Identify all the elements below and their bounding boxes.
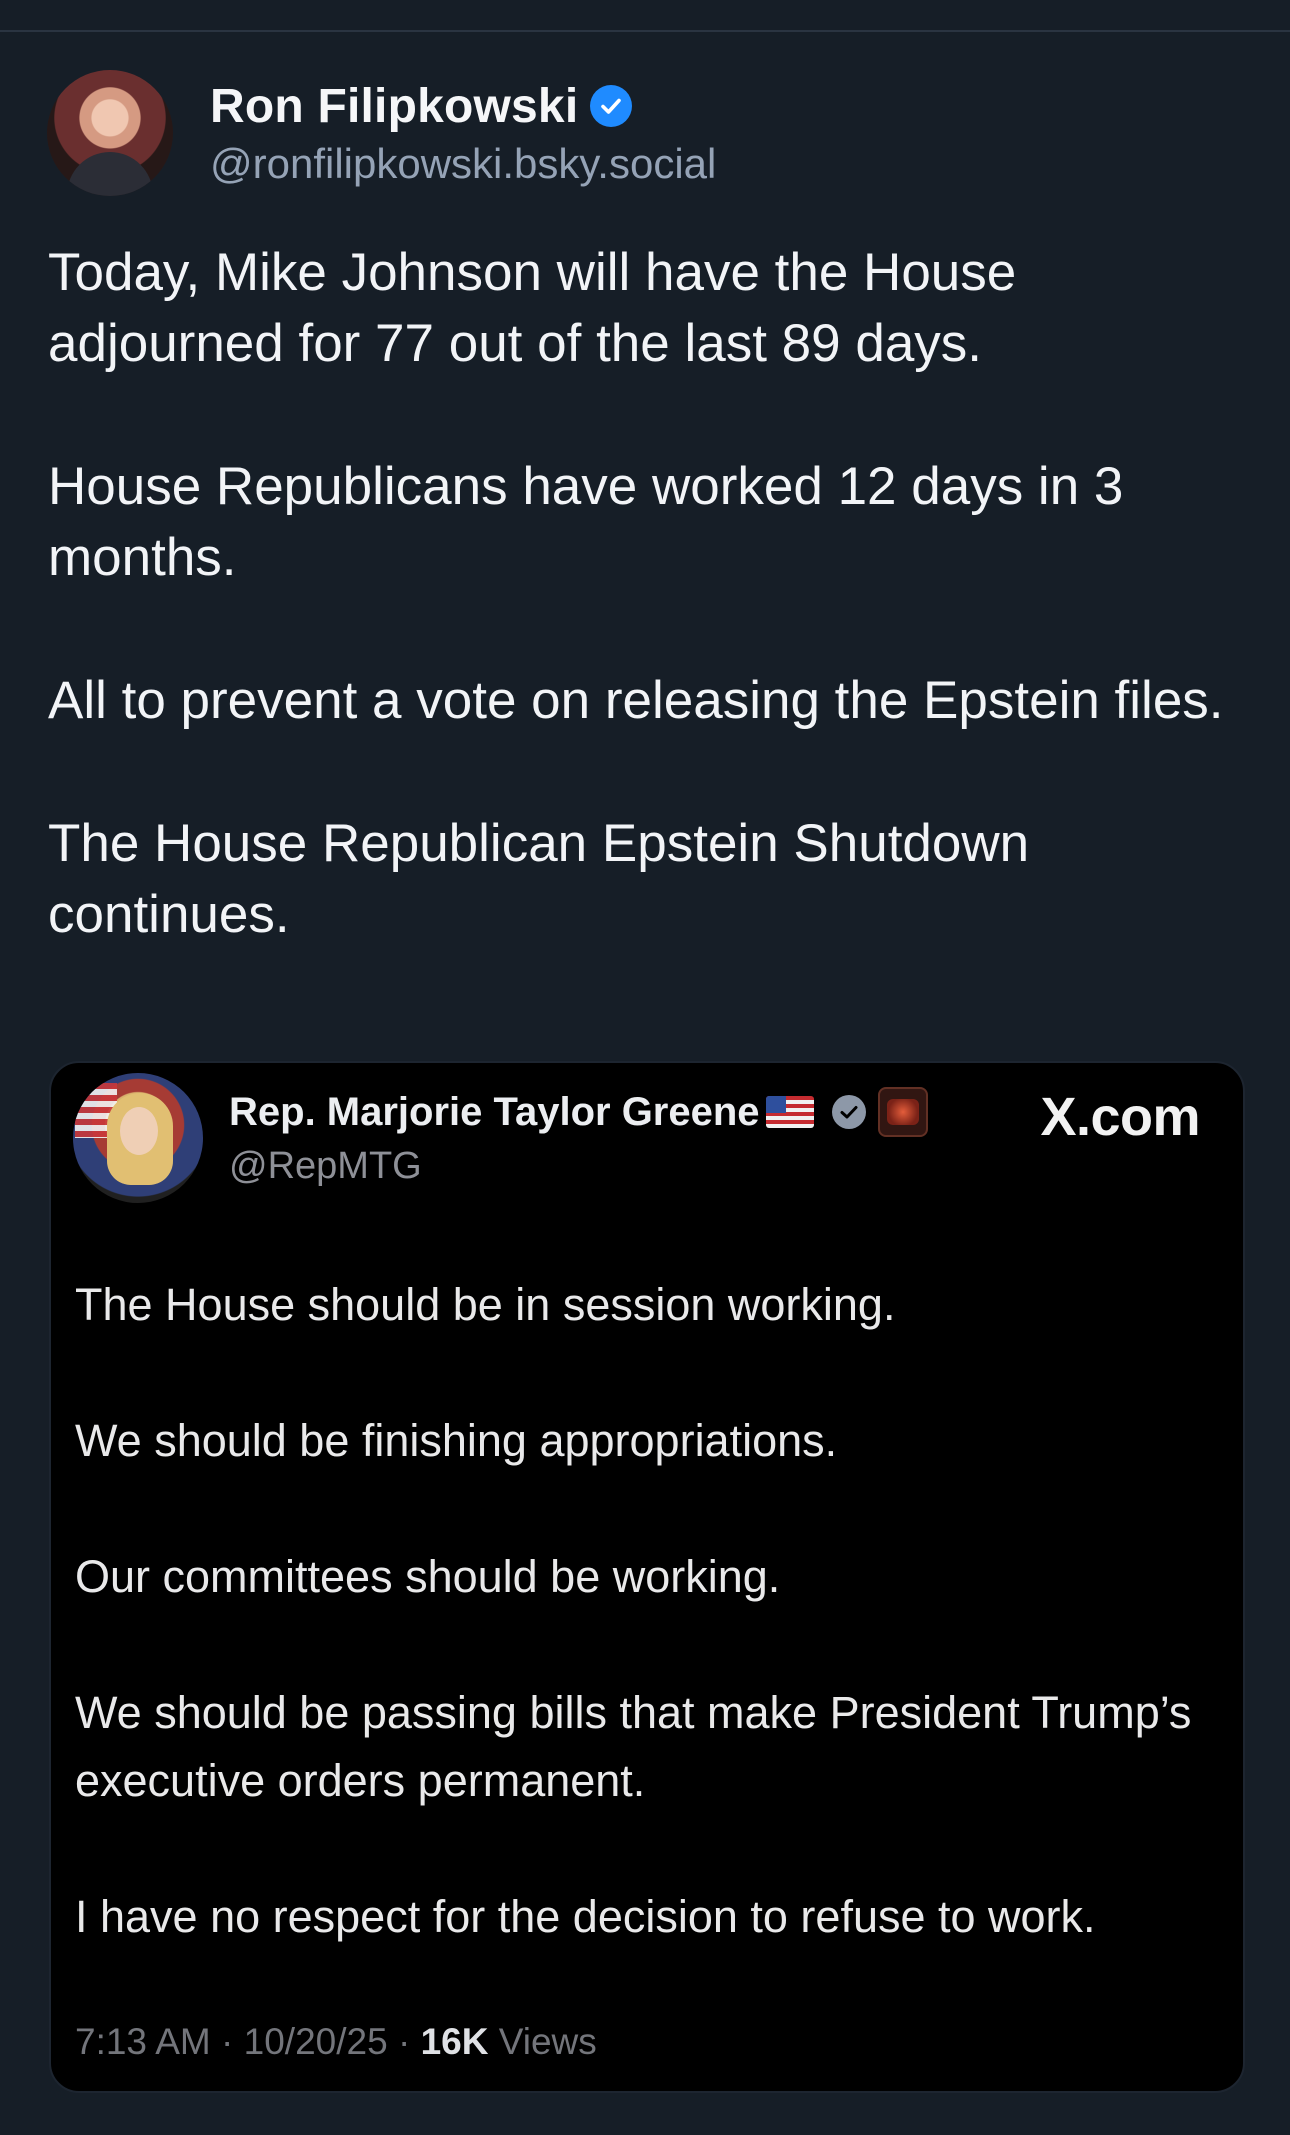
author-name[interactable]: Ron Filipkowski (210, 79, 578, 134)
embedded-x-post[interactable]: Rep. Marjorie Taylor Greene @RepMTG X.co… (49, 1061, 1245, 2093)
post-paragraph: House Republicans have worked 12 days in… (48, 457, 1124, 587)
gray-checkmark-icon (840, 1106, 858, 1119)
verified-badge-icon (590, 85, 633, 127)
embedded-author-avatar (73, 1073, 203, 1203)
embedded-paragraph: We should be finishing appropriations. (75, 1415, 838, 1466)
meta-separator: · (221, 2021, 234, 2062)
source-label: X.com (1040, 1087, 1200, 1147)
post-paragraph: Today, Mike Johnson will have the House … (48, 243, 1017, 373)
avatar-face-shape (120, 1107, 158, 1155)
checkmark-icon (601, 98, 622, 114)
avatar-shirt-shape (67, 152, 153, 196)
author-name-row: Ron Filipkowski (210, 76, 633, 136)
embedded-paragraph: The House should be in session working. (75, 1279, 896, 1330)
author-avatar[interactable] (47, 70, 173, 196)
embedded-author-handle: @RepMTG (229, 1145, 422, 1187)
post-date: 10/20/25 (243, 2021, 388, 2062)
affiliation-badge-icon (877, 1087, 928, 1137)
us-flag-icon (765, 1096, 814, 1128)
views-label: Views (498, 2021, 597, 2062)
embedded-paragraph: Our committees should be working. (75, 1551, 781, 1602)
post-paragraph: All to prevent a vote on releasing the E… (48, 671, 1224, 730)
embedded-paragraph: We should be passing bills that make Pre… (75, 1687, 1192, 1806)
embedded-post-meta: 7:13 AM · 10/20/25 · 16K Views (75, 2021, 597, 2063)
post-body: Today, Mike Johnson will have the House … (48, 237, 1248, 950)
post-time: 7:13 AM (75, 2021, 211, 2062)
embedded-post-body: The House should be in session working. … (75, 1271, 1225, 1951)
post-paragraph: The House Republican Epstein Shutdown co… (48, 814, 1030, 944)
meta-separator: · (397, 2021, 411, 2062)
embedded-author-name: Rep. Marjorie Taylor Greene (229, 1089, 760, 1134)
embedded-author-name-row: Rep. Marjorie Taylor Greene (229, 1087, 928, 1137)
top-divider (0, 0, 1290, 32)
author-handle[interactable]: @ronfilipkowski.bsky.social (210, 140, 716, 188)
views-count: 16K (420, 2021, 489, 2062)
embedded-paragraph: I have no respect for the decision to re… (75, 1891, 1096, 1942)
gray-verified-icon (831, 1095, 866, 1129)
